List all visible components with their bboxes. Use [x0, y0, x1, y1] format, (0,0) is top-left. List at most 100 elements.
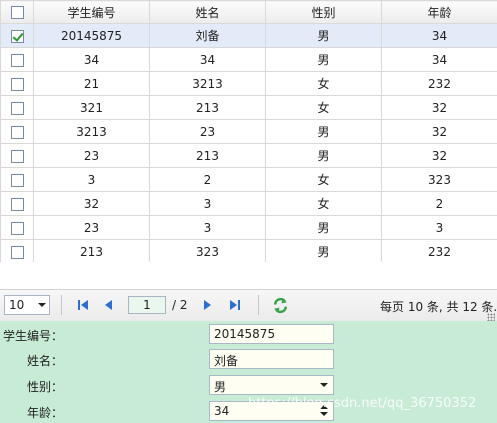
cell-student-id[interactable]: 23: [33, 143, 150, 168]
grid-body: 20145875 刘备男 34 34 34 男 34 21 3213 女 232 321 213 女 32 3…: [0, 23, 497, 264]
select-all-checkbox[interactable]: [10, 6, 24, 19]
cell-gender[interactable]: 女: [265, 95, 382, 120]
table-row[interactable]: 3 2 女 323: [0, 167, 497, 192]
student-id-field[interactable]: 20145875: [209, 324, 334, 344]
select-all-header[interactable]: [0, 0, 34, 24]
cell-age[interactable]: 32: [381, 119, 497, 144]
row-checkbox[interactable]: [10, 125, 24, 139]
row-checkbox[interactable]: [10, 149, 24, 163]
table-row[interactable]: 32 3 女 2: [0, 191, 497, 216]
row-checkbox[interactable]: [10, 173, 24, 187]
table-row[interactable]: 20145875 刘备男 34: [0, 23, 497, 48]
row-select-cell[interactable]: [0, 167, 34, 192]
cell-student-id[interactable]: 23: [33, 215, 150, 240]
cell-student-id[interactable]: 20145875: [33, 23, 150, 48]
cell-name[interactable]: 213: [149, 143, 266, 168]
chevron-down-icon[interactable]: [320, 383, 328, 387]
row-select-cell[interactable]: [0, 215, 34, 240]
cell-student-id[interactable]: 213: [33, 239, 150, 264]
cell-name[interactable]: 323: [149, 239, 266, 264]
cell-gender[interactable]: 男: [265, 47, 382, 72]
cell-age[interactable]: 32: [381, 95, 497, 120]
current-page-input[interactable]: 1: [128, 296, 166, 314]
cell-age[interactable]: 232: [381, 239, 497, 264]
cell-age[interactable]: 34: [381, 47, 497, 72]
table-row[interactable]: 34 34 男 34: [0, 47, 497, 72]
cell-name[interactable]: 213: [149, 95, 266, 120]
column-header-gender[interactable]: 性别: [265, 0, 382, 24]
stepper-down-icon[interactable]: [320, 412, 328, 416]
cell-age[interactable]: 2: [381, 191, 497, 216]
row-select-cell[interactable]: [0, 239, 34, 264]
cell-gender[interactable]: 男: [265, 215, 382, 240]
pagination-bar: 10 1 / 2 每页 10 条, 共 12 条.: [0, 289, 497, 321]
cell-gender[interactable]: 男: [265, 23, 382, 48]
row-checkbox[interactable]: [10, 29, 24, 43]
cell-student-id[interactable]: 34: [33, 47, 150, 72]
cell-gender[interactable]: 男: [265, 143, 382, 168]
gender-label: 性别：: [27, 380, 64, 394]
cell-student-id[interactable]: 321: [33, 95, 150, 120]
cell-name[interactable]: 3: [149, 215, 266, 240]
age-stepper[interactable]: 34: [209, 401, 334, 421]
page-size-select[interactable]: 10: [4, 295, 50, 315]
table-row[interactable]: 21 3213 女 232: [0, 71, 497, 96]
next-page-icon[interactable]: [200, 298, 214, 312]
cell-student-id[interactable]: 3213: [33, 119, 150, 144]
cell-age[interactable]: 3: [381, 215, 497, 240]
cell-name[interactable]: 3: [149, 191, 266, 216]
row-checkbox[interactable]: [10, 197, 24, 211]
page-summary: 每页 10 条, 共 12 条.: [380, 300, 497, 314]
cell-gender[interactable]: 男: [265, 119, 382, 144]
row-checkbox[interactable]: [10, 221, 24, 235]
table-row[interactable]: 321 213 女 32: [0, 95, 497, 120]
row-select-cell[interactable]: [0, 143, 34, 168]
cell-age[interactable]: 232: [381, 71, 497, 96]
cell-name[interactable]: 3213: [149, 71, 266, 96]
column-header-age[interactable]: 年龄: [381, 0, 497, 24]
cell-gender[interactable]: 女: [265, 167, 382, 192]
table-row[interactable]: 23 3 男 3: [0, 215, 497, 240]
stepper-up-icon[interactable]: [320, 405, 328, 409]
prev-page-icon[interactable]: [102, 298, 116, 312]
table-row[interactable]: 3213 23 男 32: [0, 119, 497, 144]
row-select-cell[interactable]: [0, 47, 34, 72]
cell-age[interactable]: 323: [381, 167, 497, 192]
row-checkbox[interactable]: [10, 245, 24, 259]
gender-select[interactable]: 男: [209, 375, 334, 395]
cell-gender[interactable]: 女: [265, 71, 382, 96]
name-field[interactable]: 刘备: [209, 349, 334, 369]
cell-name[interactable]: 2: [149, 167, 266, 192]
total-pages-label: / 2: [172, 298, 188, 312]
row-checkbox[interactable]: [10, 101, 24, 115]
cell-student-id[interactable]: 21: [33, 71, 150, 96]
row-checkbox[interactable]: [10, 77, 24, 91]
row-select-cell[interactable]: [0, 119, 34, 144]
cell-age[interactable]: 32: [381, 143, 497, 168]
last-page-icon[interactable]: [228, 298, 242, 312]
cell-gender[interactable]: 女: [265, 191, 382, 216]
table-row[interactable]: 23 213 男 32: [0, 143, 497, 168]
cell-gender[interactable]: 男: [265, 239, 382, 264]
row-select-cell[interactable]: [0, 95, 34, 120]
row-select-cell[interactable]: [0, 191, 34, 216]
row-select-cell[interactable]: [0, 23, 34, 48]
cell-age[interactable]: 34: [381, 23, 497, 48]
student-id-label: 学生编号：: [3, 329, 64, 343]
row-select-cell[interactable]: [0, 71, 34, 96]
first-page-icon[interactable]: [76, 298, 90, 312]
cell-student-id[interactable]: 32: [33, 191, 150, 216]
refresh-icon[interactable]: [272, 297, 289, 314]
table-row[interactable]: 213 323 男 232: [0, 239, 497, 264]
cell-name[interactable]: 23: [149, 119, 266, 144]
column-header-id[interactable]: 学生编号: [33, 0, 150, 24]
edit-form: 学生编号： 20145875 姓名： 刘备 性别： 男 年龄： 34: [0, 321, 497, 423]
resize-grip-icon[interactable]: [487, 313, 495, 321]
pager-separator: [258, 295, 259, 315]
cell-name[interactable]: 34: [149, 47, 266, 72]
row-checkbox[interactable]: [10, 53, 24, 67]
cell-name[interactable]: 刘备: [149, 23, 266, 48]
column-header-name[interactable]: 姓名: [149, 0, 266, 24]
cell-student-id[interactable]: 3: [33, 167, 150, 192]
age-label: 年龄：: [27, 406, 64, 420]
